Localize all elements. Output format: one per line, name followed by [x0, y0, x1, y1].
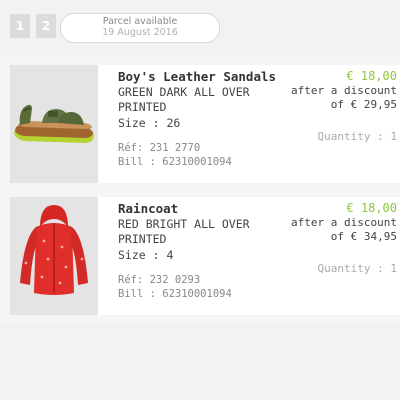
quantity: Quantity : 1	[317, 130, 397, 143]
parcel-status: Parcel available	[102, 16, 178, 27]
price-block: € 18,00 after a discount of € 34,95	[291, 201, 397, 244]
product-reference: Réf: 232 0293	[118, 274, 201, 286]
product-name[interactable]: Raincoat	[118, 201, 293, 217]
item-details: Raincoat RED BRIGHT ALL OVER PRINTED Siz…	[118, 201, 293, 301]
price-block: € 18,00 after a discount of € 29,95	[291, 69, 397, 112]
discount-line1: after a discount	[291, 84, 397, 97]
product-image[interactable]	[10, 197, 98, 315]
product-color-line2: PRINTED	[118, 100, 167, 114]
product-size: Size : 4	[118, 248, 174, 262]
item-details: Boy's Leather Sandals GREEN DARK ALL OVE…	[118, 69, 293, 169]
parcel-date: 19 August 2016	[102, 27, 178, 38]
order-item: Raincoat RED BRIGHT ALL OVER PRINTED Siz…	[10, 197, 400, 315]
product-reference: Réf: 231 2770	[118, 142, 201, 154]
product-color-line1: RED BRIGHT ALL OVER	[118, 217, 250, 231]
step-2-tab[interactable]: 2	[36, 14, 56, 38]
order-header: 1 2 Parcel available 19 August 2016	[0, 0, 400, 56]
step-1-tab[interactable]: 1	[10, 14, 30, 38]
raincoat-icon	[20, 205, 88, 295]
bill-number: Bill : 62310001094	[118, 156, 232, 168]
discount-line1: after a discount	[291, 216, 397, 229]
price: € 18,00	[346, 69, 397, 83]
sandal-icon	[14, 104, 94, 143]
price: € 18,00	[346, 201, 397, 215]
product-size: Size : 26	[118, 116, 181, 130]
order-item: Boy's Leather Sandals GREEN DARK ALL OVE…	[10, 65, 400, 183]
discount-line2: of € 34,95	[330, 230, 397, 243]
quantity: Quantity : 1	[317, 262, 397, 275]
product-color-line1: GREEN DARK ALL OVER	[118, 85, 250, 99]
product-color-line2: PRINTED	[118, 232, 167, 246]
parcel-tab[interactable]: Parcel available 19 August 2016	[60, 13, 220, 43]
discount-line2: of € 29,95	[330, 98, 397, 111]
product-image[interactable]	[10, 65, 98, 183]
parcel-items-panel: Boy's Leather Sandals GREEN DARK ALL OVE…	[0, 56, 400, 324]
product-name[interactable]: Boy's Leather Sandals	[118, 69, 293, 85]
bill-number: Bill : 62310001094	[118, 288, 232, 300]
